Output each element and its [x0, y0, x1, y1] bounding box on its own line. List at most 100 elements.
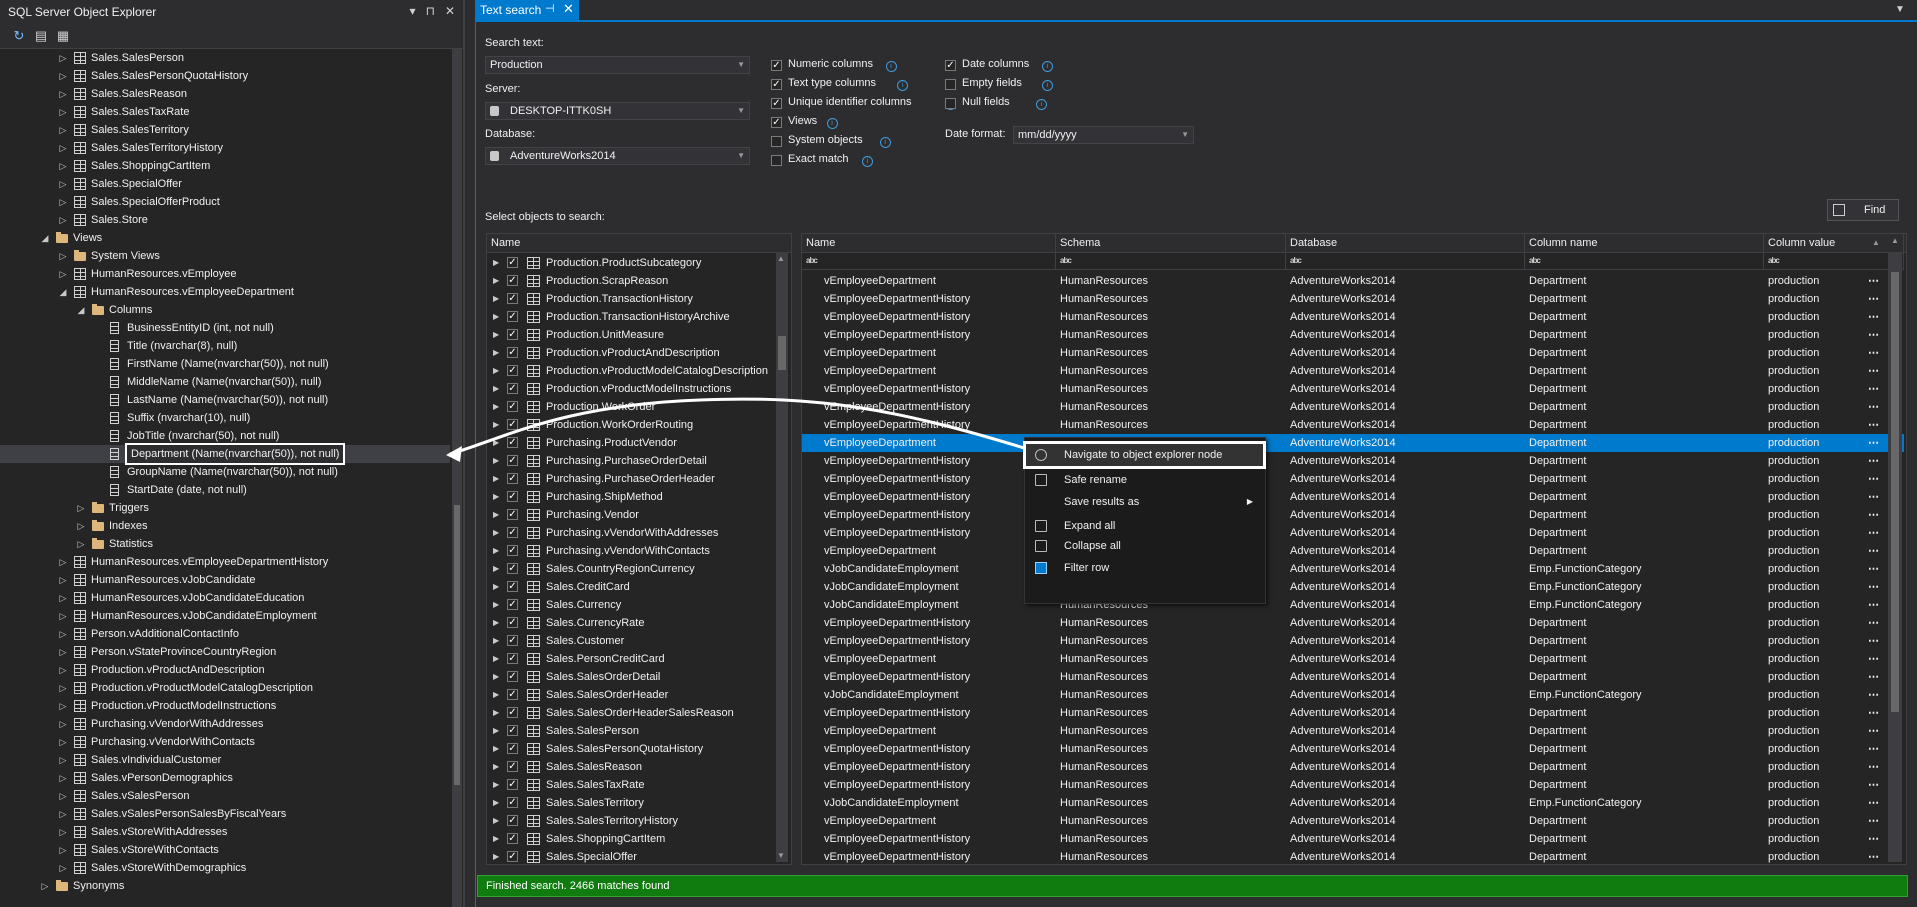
column-header[interactable]: Database [1286, 234, 1525, 252]
more-options-icon[interactable]: ⋯ [1868, 578, 1880, 596]
tree-node[interactable]: LastName (Name(nvarchar(50)), not null) [0, 391, 450, 409]
expand-toggle-icon[interactable]: ▶ [493, 290, 499, 308]
expand-toggle-icon[interactable]: ▷ [58, 715, 68, 733]
more-options-icon[interactable]: ⋯ [1868, 704, 1880, 722]
object-row[interactable]: ▶ ✓ Purchasing.PurchaseOrderDetail [487, 452, 777, 470]
object-row[interactable]: ▶ ✓ Production.ProductSubcategory [487, 254, 777, 272]
tree-node[interactable]: ▷ Sales.SpecialOffer [0, 175, 450, 193]
more-options-icon[interactable]: ⋯ [1868, 560, 1880, 578]
object-checkbox[interactable]: ✓ [507, 707, 518, 718]
more-options-icon[interactable]: ⋯ [1868, 542, 1880, 560]
result-row[interactable]: vEmployeeDepartmentHistoryHumanResources… [802, 740, 1904, 758]
object-checkbox[interactable]: ✓ [507, 293, 518, 304]
expand-toggle-icon[interactable]: ▶ [493, 740, 499, 758]
more-options-icon[interactable]: ⋯ [1868, 596, 1880, 614]
more-options-icon[interactable]: ⋯ [1868, 380, 1880, 398]
tree-node[interactable]: ▷ Production.vProductModelCatalogDescript… [0, 679, 450, 697]
expand-toggle-icon[interactable]: ▷ [58, 841, 68, 859]
object-checkbox[interactable]: ✓ [507, 383, 518, 394]
tree-node[interactable]: ▷ Purchasing.vVendorWithContacts [0, 733, 450, 751]
expand-toggle-icon[interactable]: ▷ [58, 751, 68, 769]
more-options-icon[interactable]: ⋯ [1868, 344, 1880, 362]
object-row[interactable]: ▶ ✓ Purchasing.ProductVendor [487, 434, 777, 452]
tree-node[interactable]: ▷ Sales.SpecialOfferProduct [0, 193, 450, 211]
expand-toggle-icon[interactable]: ▷ [40, 877, 50, 895]
object-checkbox[interactable]: ✓ [507, 581, 518, 592]
expand-toggle-icon[interactable]: ▷ [58, 643, 68, 661]
more-options-icon[interactable]: ⋯ [1868, 794, 1880, 812]
info-icon[interactable]: i [826, 118, 838, 129]
tree-node[interactable]: StartDate (date, not null) [0, 481, 450, 499]
refresh-icon[interactable]: ↻ [10, 27, 28, 45]
object-checkbox[interactable]: ✓ [507, 797, 518, 808]
tree-node[interactable]: ▷ Sales.SalesTerritory [0, 121, 450, 139]
result-row[interactable]: vEmployeeDepartment HumanResources Adventu… [802, 812, 1904, 830]
expand-toggle-icon[interactable]: ▷ [58, 265, 68, 283]
column-header[interactable]: Name [802, 234, 1056, 252]
expand-toggle-icon[interactable]: ▶ [493, 272, 499, 290]
object-row[interactable]: ▶ ✓ Purchasing.vVendorWithContacts [487, 542, 777, 560]
expand-toggle-icon[interactable]: ▶ [493, 794, 499, 812]
object-checkbox[interactable]: ✓ [507, 455, 518, 466]
expand-toggle-icon[interactable]: ◢ [76, 301, 86, 319]
expand-toggle-icon[interactable]: ▷ [58, 553, 68, 571]
info-icon[interactable]: i [885, 61, 897, 72]
object-checkbox[interactable]: ✓ [507, 779, 518, 790]
object-checkbox[interactable]: ✓ [507, 437, 518, 448]
menu-item[interactable]: Save results as ▶ [1026, 491, 1263, 513]
more-options-icon[interactable]: ⋯ [1868, 614, 1880, 632]
object-checkbox[interactable]: ✓ [507, 815, 518, 826]
object-row[interactable]: ▶ ✓ Purchasing.vVendorWithAddresses [487, 524, 777, 542]
menu-item[interactable]: Expand all [1026, 515, 1263, 537]
object-row[interactable]: ▶ ✓ Production.ScrapReason [487, 272, 777, 290]
object-checkbox[interactable]: ✓ [507, 275, 518, 286]
tree-node[interactable]: ▷ Sales.SalesPerson [0, 49, 450, 67]
tab-text-search[interactable]: Text search ⊣ ✕ [475, 0, 579, 20]
expand-toggle-icon[interactable]: ◢ [40, 229, 50, 247]
option-checkbox[interactable]: ✓ [771, 117, 782, 128]
result-row[interactable]: vJobCandidateEmploymentHumanResourcesAdv… [802, 560, 1904, 578]
object-row[interactable]: ▶ ✓ Sales.SalesOrderHeaderSalesReason [487, 704, 777, 722]
more-options-icon[interactable]: ⋯ [1868, 686, 1880, 704]
more-options-icon[interactable]: ⋯ [1868, 452, 1880, 470]
result-row[interactable]: vEmployeeDepartment HumanResources Adventu… [802, 344, 1904, 362]
expand-toggle-icon[interactable]: ▶ [493, 704, 499, 722]
server-select[interactable]: DESKTOP-ITTK0SH ▼ [485, 102, 750, 120]
tree-node[interactable]: ▷ Sales.vStoreWithDemographics [0, 859, 450, 877]
result-row[interactable]: vEmployeeDepartmentHistoryHumanResources… [802, 326, 1904, 344]
tree-node[interactable]: ▷ Sales.SalesReason [0, 85, 450, 103]
object-checkbox[interactable]: ✓ [507, 311, 518, 322]
filter-cell[interactable]: abc [1286, 253, 1525, 269]
more-options-icon[interactable]: ⋯ [1868, 488, 1880, 506]
expand-toggle-icon[interactable]: ▶ [493, 344, 499, 362]
option-checkbox[interactable]: ✓ [771, 98, 782, 109]
expand-toggle-icon[interactable]: ▷ [58, 661, 68, 679]
more-options-icon[interactable]: ⋯ [1868, 668, 1880, 686]
tree-node[interactable]: ▷ Production.vProductModelInstructions [0, 697, 450, 715]
object-checkbox[interactable]: ✓ [507, 833, 518, 844]
expand-toggle-icon[interactable]: ▷ [58, 733, 68, 751]
result-row[interactable]: vEmployeeDepartmentHistoryHumanResources… [802, 668, 1904, 686]
column-header[interactable]: Column name [1525, 234, 1764, 252]
tree-node[interactable]: ▷ System Views [0, 247, 450, 265]
expand-toggle-icon[interactable]: ▶ [493, 542, 499, 560]
expand-toggle-icon[interactable]: ▷ [58, 247, 68, 265]
expand-toggle-icon[interactable]: ▶ [493, 560, 499, 578]
result-row[interactable]: vEmployeeDepartment HumanResources Adventu… [802, 362, 1904, 380]
tree-node[interactable]: ▷ Triggers [0, 499, 450, 517]
object-row[interactable]: ▶ ✓ Sales.SalesTaxRate [487, 776, 777, 794]
scroll-up-icon[interactable]: ▲ [777, 254, 785, 263]
tree-node[interactable]: ▷ HumanResources.vJobCandidate [0, 571, 450, 589]
expand-toggle-icon[interactable]: ▶ [493, 632, 499, 650]
expand-toggle-icon[interactable]: ▷ [58, 823, 68, 841]
close-tab-icon[interactable]: ✕ [563, 1, 574, 17]
column-header[interactable]: Column value [1764, 234, 1904, 252]
result-row[interactable]: vEmployeeDepartmentHistoryHumanResources… [802, 470, 1904, 488]
object-row[interactable]: ▶ ✓ Sales.Currency [487, 596, 777, 614]
expand-toggle-icon[interactable]: ▶ [493, 470, 499, 488]
object-checkbox[interactable]: ✓ [507, 401, 518, 412]
tree-node[interactable]: ▷ Indexes [0, 517, 450, 535]
date-format-select[interactable]: mm/dd/yyyy ▼ [1013, 126, 1194, 144]
close-icon[interactable]: ✕ [445, 4, 455, 18]
expand-toggle-icon[interactable]: ▶ [493, 650, 499, 668]
